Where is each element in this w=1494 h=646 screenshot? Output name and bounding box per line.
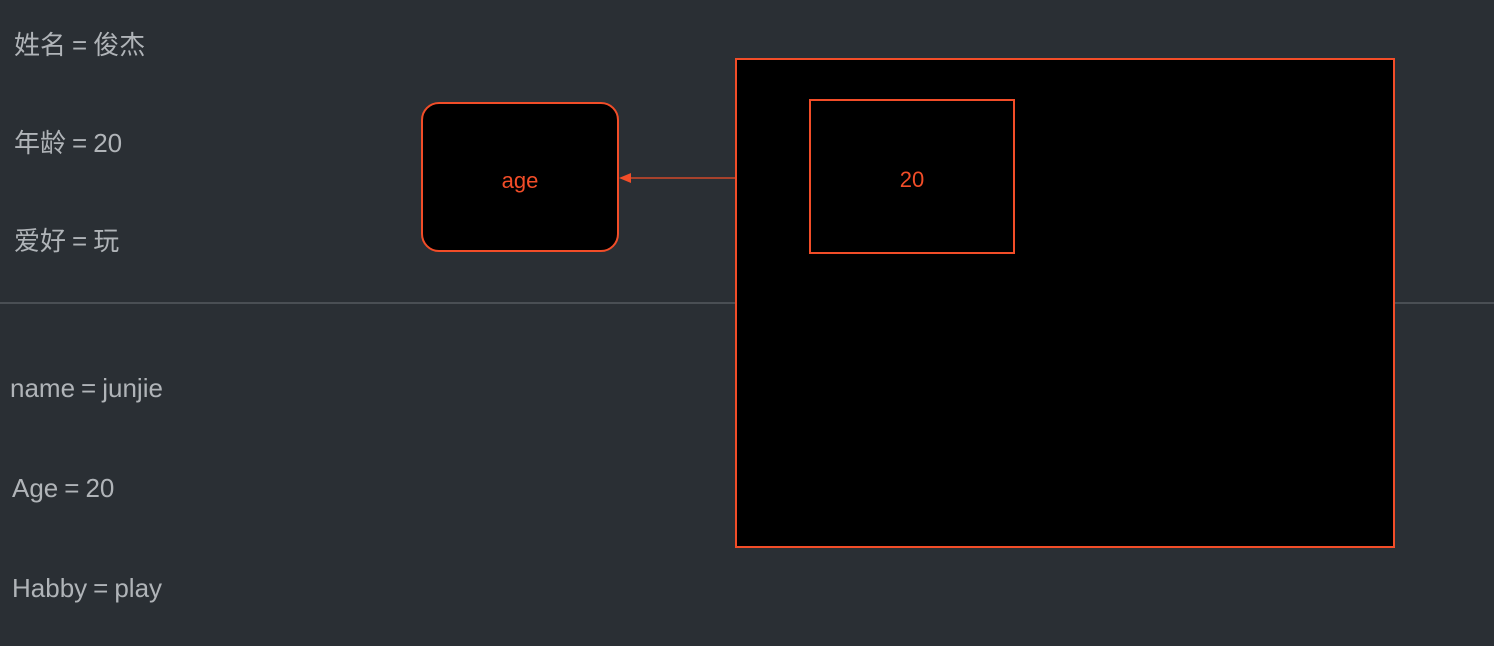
- assignment-key: 爱好: [14, 226, 66, 256]
- variable-label: age: [423, 168, 617, 194]
- assignment-value: 玩: [93, 226, 119, 256]
- assignment-value: 20: [93, 128, 122, 158]
- equals-symbol: =: [72, 226, 87, 256]
- diagram-canvas: 姓名=俊杰 年龄=20 爱好=玩 name=junjie Age=20 Habb…: [0, 0, 1494, 646]
- assignment-value: 俊杰: [93, 30, 145, 60]
- equals-symbol: =: [72, 128, 87, 158]
- assignment-value: 20: [85, 473, 114, 503]
- assignment-zh-hobby: 爱好=玩: [14, 221, 119, 258]
- variable-box: age: [421, 102, 619, 252]
- value-label: 20: [811, 167, 1013, 193]
- assignment-value: play: [114, 573, 162, 603]
- assignment-en-age: Age=20: [12, 473, 114, 504]
- equals-symbol: =: [93, 573, 108, 603]
- assignment-zh-age: 年龄=20: [14, 123, 122, 160]
- assignment-key: Age: [12, 473, 58, 503]
- equals-symbol: =: [81, 373, 96, 403]
- assignment-key: Habby: [12, 573, 87, 603]
- assignment-key: name: [10, 373, 75, 403]
- assignment-key: 年龄: [14, 128, 66, 158]
- assignment-en-name: name=junjie: [10, 373, 163, 404]
- equals-symbol: =: [64, 473, 79, 503]
- assignment-value: junjie: [102, 373, 163, 403]
- assignment-zh-name: 姓名=俊杰: [14, 25, 145, 62]
- assignment-key: 姓名: [14, 30, 66, 60]
- equals-symbol: =: [72, 30, 87, 60]
- assignment-en-hobby: Habby=play: [12, 573, 162, 604]
- value-box: 20: [809, 99, 1015, 254]
